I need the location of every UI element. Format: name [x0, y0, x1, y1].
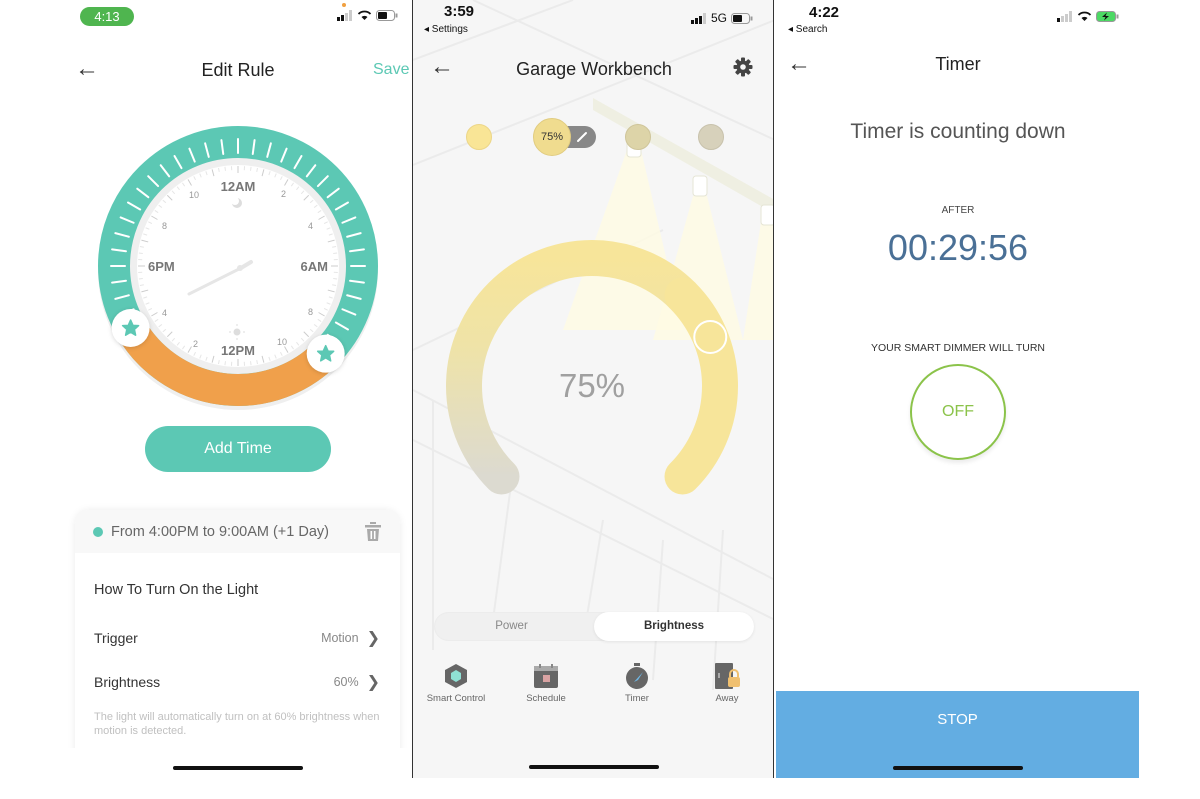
after-label: AFTER — [941, 205, 975, 216]
label-6pm: 6PM — [148, 259, 175, 274]
status-dot — [93, 526, 103, 537]
time-range-dial[interactable]: 12AM 6AM 12PM 6PM 2 4 8 10 2 4 8 10 — [94, 125, 384, 415]
function-away[interactable]: Away — [687, 663, 767, 704]
label-8am: 8 — [308, 307, 313, 317]
brightness-label: Brightness — [94, 674, 161, 690]
rule-card: From 4:00PM to 9:00AM (+1 Day) How To Tu… — [75, 510, 400, 770]
wifi-icon — [357, 10, 372, 20]
page-title: Timer — [935, 54, 981, 74]
brightness-row[interactable]: Brightness 60% ❯ — [94, 672, 380, 692]
back-to-app[interactable]: ◂ Search — [788, 24, 827, 35]
function-label: Timer — [625, 693, 649, 704]
trash-icon[interactable] — [364, 521, 382, 542]
label-2am: 2 — [281, 189, 286, 199]
trigger-value: Motion — [321, 631, 359, 645]
status-icons — [337, 10, 398, 21]
edit-rule-screen: 4:13 ← Edit Rule Save 12AM 6AM 12PM 6PM … — [46, 0, 410, 778]
stop-button[interactable]: STOP — [776, 691, 1139, 778]
inner-tick — [138, 252, 143, 254]
tab-brightness[interactable]: Brightness — [594, 612, 754, 641]
label-12pm: 12PM — [221, 343, 255, 358]
battery-icon — [731, 12, 753, 24]
function-timer[interactable]: Timer — [597, 663, 677, 704]
network-type: 5G — [711, 11, 728, 25]
timer-screen: 4:22 ◂ Search ← Timer Timer is counting … — [776, 0, 1140, 778]
function-label: Smart Control — [426, 693, 486, 704]
back-to-app[interactable]: ◂ Settings — [424, 24, 468, 35]
label-2pm: 2 — [193, 339, 198, 349]
add-time-button[interactable]: Add Time — [145, 426, 331, 472]
bulb-1[interactable] — [466, 124, 492, 150]
wifi-icon — [1077, 11, 1092, 21]
bottom-fade — [46, 748, 410, 778]
status-icons: 5G — [691, 11, 753, 25]
smart-control-icon — [445, 664, 467, 688]
away-icon — [715, 663, 740, 689]
page-title: Edit Rule — [201, 60, 275, 80]
status-time: 3:59 — [444, 3, 475, 20]
signal-icon — [691, 12, 706, 24]
start-handle[interactable] — [111, 309, 150, 347]
section-title: How To Turn On the Light — [94, 582, 259, 598]
home-indicator — [529, 765, 659, 769]
signal-icon — [337, 10, 352, 21]
function-label: Schedule — [526, 693, 566, 704]
status-time: 4:13 — [80, 7, 134, 26]
label-12am: 12AM — [221, 179, 256, 194]
label-6am: 6AM — [301, 259, 328, 274]
timer-icon — [626, 663, 648, 689]
inner-tick — [224, 361, 226, 366]
function-smart-control[interactable]: Smart Control — [416, 663, 496, 704]
inner-tick — [138, 278, 143, 280]
rule-hint: The light will automatically turn on at … — [94, 711, 380, 737]
brightness-value: 75% — [559, 367, 625, 404]
bulb-2-selected[interactable]: 75% — [533, 118, 571, 156]
schedule-icon — [534, 664, 558, 688]
garage-workbench-screen: 3:59 ◂ Settings 5G ← Garage Workbench 75… — [412, 0, 774, 778]
home-indicator — [173, 766, 303, 770]
battery-icon — [376, 10, 398, 21]
privacy-indicator — [342, 3, 346, 7]
brightness-value: 60% — [333, 675, 359, 689]
signal-icon — [1057, 11, 1072, 22]
chevron-right-icon: ❯ — [366, 674, 380, 691]
rule-time-range[interactable]: From 4:00PM to 9:00AM (+1 Day) — [111, 524, 364, 540]
settings-gear-icon[interactable] — [733, 57, 753, 77]
inner-tick — [333, 252, 338, 254]
timer-status-heading: Timer is counting down — [850, 120, 1066, 143]
countdown-value: 00:29:56 — [887, 227, 1029, 268]
inner-tick — [250, 166, 252, 171]
end-handle[interactable] — [306, 334, 345, 373]
inner-tick — [224, 166, 226, 171]
home-indicator — [893, 766, 1023, 770]
function-schedule[interactable]: Schedule — [506, 663, 586, 704]
inner-tick — [333, 278, 338, 280]
status-icons — [1057, 11, 1120, 22]
label-10pm: 10 — [189, 190, 199, 200]
bulb-3[interactable] — [625, 124, 651, 150]
pencil-icon — [577, 132, 587, 142]
brightness-dial[interactable]: 75% — [413, 200, 774, 530]
mode-segmented-control: Power Brightness — [434, 612, 754, 641]
trigger-row[interactable]: Trigger Motion ❯ — [94, 628, 380, 648]
rule-card-header: From 4:00PM to 9:00AM (+1 Day) — [75, 510, 400, 553]
tab-power[interactable]: Power — [434, 612, 589, 641]
battery-charging-icon — [1096, 11, 1119, 22]
inner-tick — [250, 361, 252, 366]
trigger-label: Trigger — [94, 630, 138, 646]
page-title: Garage Workbench — [516, 59, 672, 79]
function-label: Away — [715, 693, 739, 704]
label-4pm: 4 — [162, 308, 167, 318]
will-turn-label: YOUR SMART DIMMER WILL TURN — [870, 342, 1046, 354]
target-state-off: OFF — [910, 364, 1006, 460]
label-10am: 10 — [277, 337, 287, 347]
label-4am: 4 — [308, 221, 313, 231]
save-button[interactable]: Save — [373, 61, 409, 79]
label-8pm: 8 — [162, 221, 167, 231]
status-time: 4:22 — [809, 4, 840, 21]
chevron-right-icon: ❯ — [366, 630, 380, 647]
bulb-4[interactable] — [698, 124, 724, 150]
